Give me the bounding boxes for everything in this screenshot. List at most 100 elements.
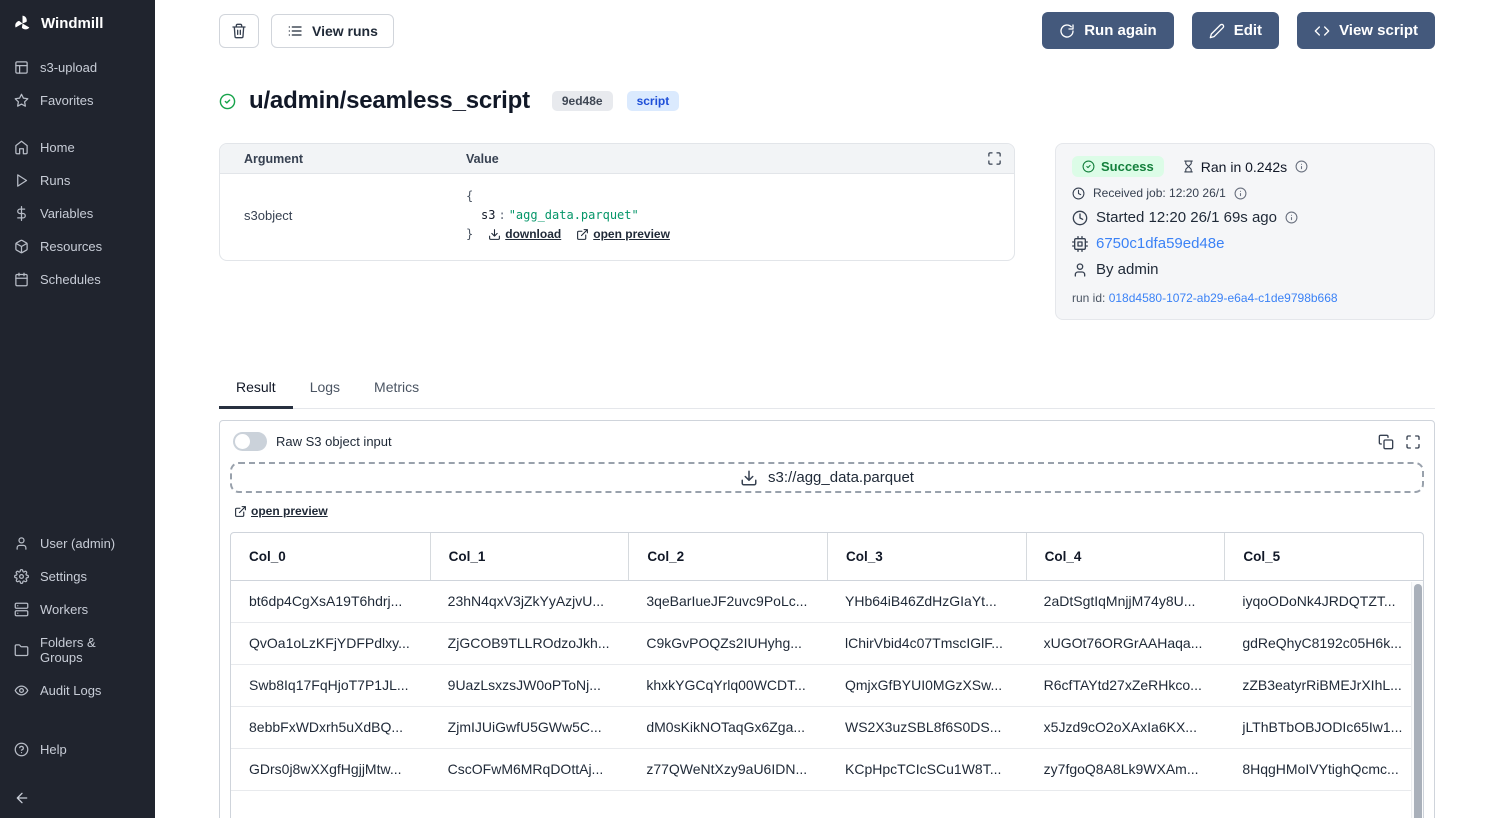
status-badge: Success	[1072, 156, 1164, 177]
sidebar-item-label: User (admin)	[40, 536, 115, 551]
pencil-icon	[1209, 23, 1225, 39]
window-icon	[14, 60, 29, 75]
table-row: bt6dp4CgXsA19T6hdrj... 23hN4qxV3jZkYyAzj…	[231, 581, 1423, 623]
table-row: QvOa1oLzKFjYDFPdlxy... ZjGCOB9TLLROdzoJk…	[231, 623, 1423, 665]
open-preview-label: open preview	[251, 504, 328, 518]
table-cell: bt6dp4CgXsA19T6hdrj...	[231, 593, 430, 609]
sidebar-item-user[interactable]: User (admin)	[0, 527, 155, 560]
tab-logs[interactable]: Logs	[293, 370, 357, 408]
info-icon[interactable]	[1285, 211, 1298, 224]
table-scrollbar-thumb[interactable]	[1414, 584, 1422, 818]
table-cell: ZjmIJUiGwfU5GWw5C...	[430, 719, 629, 735]
table-cell: QvOa1oLzKFjYDFPdlxy...	[231, 635, 430, 651]
sidebar-item-favorites[interactable]: Favorites	[0, 84, 155, 117]
run-id-row: run id: 018d4580-1072-ab29-e6a4-c1de9798…	[1072, 291, 1418, 305]
copy-result-icon[interactable]	[1378, 434, 1394, 450]
json-close-brace: }	[466, 225, 473, 244]
table-cell: jLThBTbOBJODIc65Iw1...	[1224, 719, 1423, 735]
run-status-card: Success Ran in 0.242s Received job: 12:2…	[1055, 143, 1435, 320]
s3-file-download-box[interactable]: s3://agg_data.parquet	[230, 462, 1424, 493]
result-open-preview-link[interactable]: open preview	[234, 504, 328, 518]
calendar-icon	[14, 272, 29, 287]
worker-id-link[interactable]: 6750c1dfa59ed48e	[1096, 235, 1224, 252]
sidebar-item-audit-logs[interactable]: Audit Logs	[0, 674, 155, 707]
edit-button[interactable]: Edit	[1192, 12, 1279, 49]
sidebar-item-schedules[interactable]: Schedules	[0, 263, 155, 296]
sidebar-item-folders-groups[interactable]: Folders & Groups	[0, 626, 155, 674]
delete-button[interactable]	[219, 14, 259, 48]
sidebar-item-label: s3-upload	[40, 60, 97, 75]
sidebar-item-resources[interactable]: Resources	[0, 230, 155, 263]
view-script-button[interactable]: View script	[1297, 12, 1435, 49]
tab-result[interactable]: Result	[219, 370, 293, 409]
info-icon[interactable]	[1234, 187, 1247, 200]
table-header-row: Col_0 Col_1 Col_2 Col_3 Col_4 Col_5	[231, 533, 1423, 581]
main-content: View runs Run again Edit View script	[155, 0, 1493, 818]
received-job-text: Received job: 12:20 26/1	[1093, 186, 1226, 200]
sidebar-item-workers[interactable]: Workers	[0, 593, 155, 626]
table-cell: R6cfTAYtd27xZeRHkco...	[1026, 677, 1225, 693]
dollar-icon	[14, 206, 29, 221]
raw-s3-toggle[interactable]	[233, 432, 267, 451]
sidebar-item-label: Audit Logs	[40, 683, 101, 698]
sidebar-item-help[interactable]: Help	[0, 733, 155, 766]
column-header: Col_2	[628, 533, 827, 580]
run-again-label: Run again	[1084, 22, 1157, 39]
code-icon	[1314, 23, 1330, 39]
brand-name: Windmill	[41, 15, 103, 32]
table-cell: lChirVbid4c07TmscIGlF...	[827, 635, 1026, 651]
json-colon: :	[495, 208, 508, 222]
sidebar-item-runs[interactable]: Runs	[0, 164, 155, 197]
column-header: Col_3	[827, 533, 1026, 580]
sidebar-item-home[interactable]: Home	[0, 131, 155, 164]
argument-column-header: Argument	[244, 152, 466, 166]
info-icon[interactable]	[1295, 160, 1308, 173]
table-cell: zy7fgoQ8A8Lk9WXAm...	[1026, 761, 1225, 777]
value-column-header: Value	[466, 152, 987, 166]
table-cell: dM0sKikNOTaqGx6Zga...	[628, 719, 827, 735]
table-scrollbar-track[interactable]	[1411, 582, 1423, 818]
raw-s3-toggle-label: Raw S3 object input	[276, 434, 392, 449]
title-row: u/admin/seamless_script 9ed48e script	[219, 87, 1435, 115]
trash-icon	[231, 23, 247, 39]
json-key: s3	[481, 208, 495, 222]
run-again-button[interactable]: Run again	[1042, 12, 1174, 49]
server-icon	[14, 602, 29, 617]
sidebar-item-label: Resources	[40, 239, 102, 254]
json-open-brace: {	[466, 187, 670, 206]
workspace-brand[interactable]: Windmill	[0, 0, 155, 51]
user-icon	[1072, 262, 1088, 278]
table-cell: WS2X3uzSBL8f6S0DS...	[827, 719, 1026, 735]
expand-result-icon[interactable]	[1405, 434, 1421, 450]
help-circle-icon	[14, 742, 29, 757]
download-icon	[740, 469, 758, 487]
package-icon	[14, 239, 29, 254]
run-id-link[interactable]: 018d4580-1072-ab29-e6a4-c1de9798b668	[1109, 291, 1338, 305]
table-row: GDrs0j8wXXgfHgjjMtw... CscOFwM6MRqDOttAj…	[231, 749, 1423, 791]
sidebar-item-variables[interactable]: Variables	[0, 197, 155, 230]
view-runs-button[interactable]: View runs	[271, 14, 394, 48]
table-cell: 9UazLsxzsJW0oPToNj...	[430, 677, 629, 693]
sidebar-item-settings[interactable]: Settings	[0, 560, 155, 593]
column-header: Col_1	[430, 533, 629, 580]
run-author: By admin	[1096, 261, 1159, 278]
table-cell: z77QWeNtXzy9aU6IDN...	[628, 761, 827, 777]
run-duration: Ran in 0.242s	[1201, 159, 1287, 175]
collapse-sidebar-button[interactable]	[0, 782, 155, 818]
play-icon	[14, 173, 29, 188]
tab-metrics[interactable]: Metrics	[357, 370, 436, 408]
expand-arguments-icon[interactable]	[987, 151, 1002, 166]
arguments-header: Argument Value	[220, 144, 1014, 174]
sidebar-item-s3-upload[interactable]: s3-upload	[0, 51, 155, 84]
parquet-preview-table: Col_0 Col_1 Col_2 Col_3 Col_4 Col_5 bt6d…	[230, 532, 1424, 818]
external-link-icon	[576, 228, 589, 241]
download-label: download	[505, 225, 561, 244]
download-link[interactable]: download	[488, 225, 561, 244]
sidebar-spacer	[0, 296, 155, 527]
toggle-knob	[235, 434, 250, 449]
open-preview-link[interactable]: open preview	[576, 225, 670, 244]
table-cell: CscOFwM6MRqDOttAj...	[430, 761, 629, 777]
argument-name: s3object	[244, 208, 466, 223]
s3-file-path: s3://agg_data.parquet	[768, 469, 914, 486]
hourglass-icon	[1182, 160, 1195, 173]
